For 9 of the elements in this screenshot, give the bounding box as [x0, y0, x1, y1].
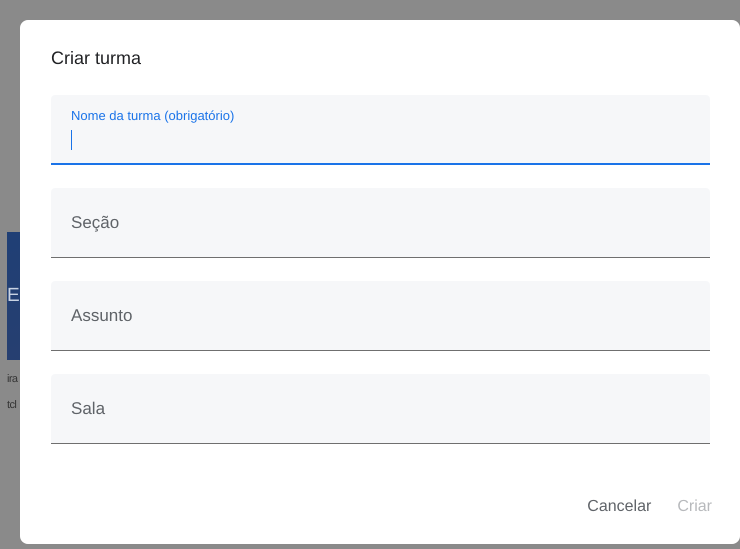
card-letter: E — [7, 285, 20, 307]
text-field[interactable]: Seção — [51, 188, 710, 258]
cancel-button[interactable]: Cancelar — [579, 492, 660, 522]
card-text: ira — [7, 372, 18, 386]
text-field[interactable]: Nome da turma (obrigatório) — [51, 95, 710, 165]
card-text: tcl — [7, 398, 16, 412]
text-field[interactable]: Assunto — [51, 281, 710, 351]
text-field[interactable]: Sala — [51, 374, 710, 444]
dialog-title: Criar turma — [51, 47, 142, 70]
